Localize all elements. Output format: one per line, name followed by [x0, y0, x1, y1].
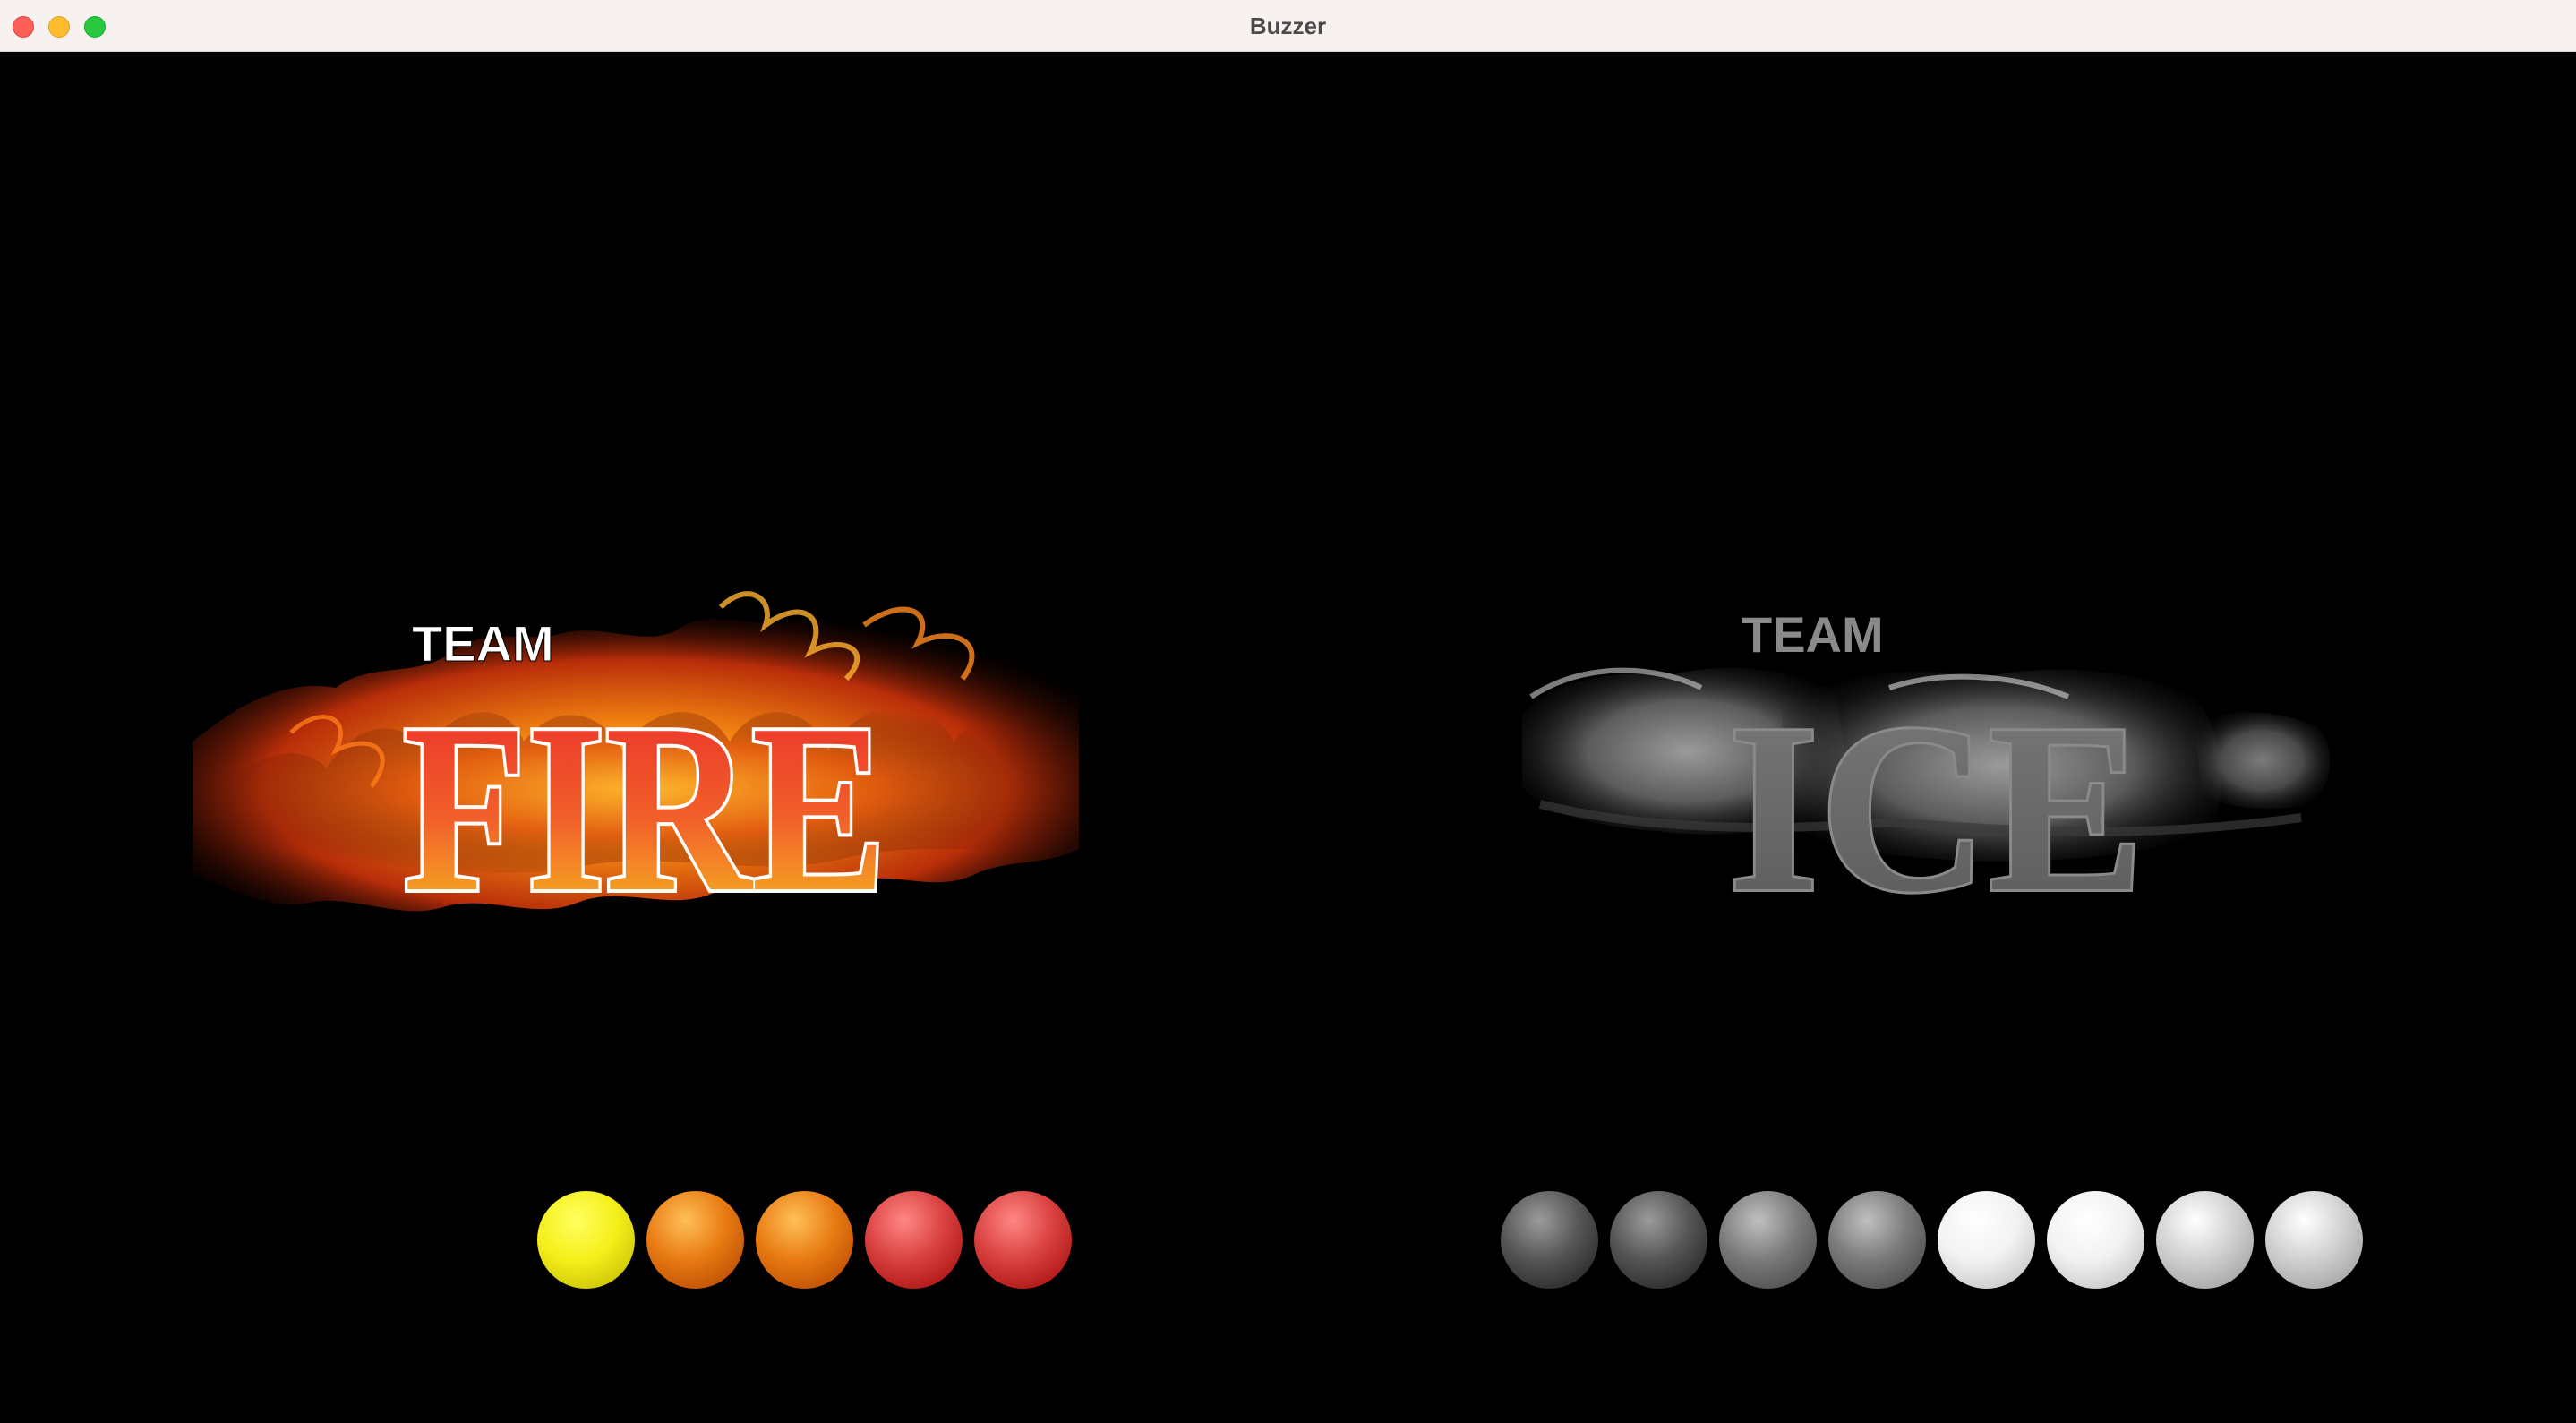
app-window: Buzzer TEAM FIRE TEAM ICE — [0, 0, 2576, 1423]
team-fire-logo: TEAM FIRE — [184, 571, 1088, 965]
team-fire-small-text: TEAM — [412, 615, 554, 672]
team-ice-light-2 — [1610, 1191, 1707, 1289]
team-fire-light-3 — [756, 1191, 853, 1289]
team-ice-logo: TEAM ICE — [1513, 571, 2364, 965]
team-fire-buzzer-lights — [537, 1191, 1072, 1290]
team-fire-light-2 — [646, 1191, 744, 1289]
team-ice-light-8 — [2265, 1191, 2363, 1289]
team-ice-light-4 — [1828, 1191, 1926, 1289]
team-fire-large-text: FIRE — [403, 674, 886, 942]
team-ice-buzzer-lights — [1501, 1191, 2363, 1290]
team-ice-light-7 — [2156, 1191, 2254, 1289]
team-fire-light-1 — [537, 1191, 635, 1289]
buzzer-display: TEAM FIRE TEAM ICE — [0, 52, 2576, 1423]
window-title: Buzzer — [1249, 13, 1327, 39]
team-ice-light-5 — [1938, 1191, 2035, 1289]
team-ice-large-text: ICE — [1728, 674, 2144, 942]
team-fire-light-5 — [974, 1191, 1072, 1289]
team-ice-light-6 — [2047, 1191, 2144, 1289]
title-bar[interactable]: Buzzer — [0, 0, 2576, 52]
team-ice-light-1 — [1501, 1191, 1598, 1289]
team-fire-light-4 — [865, 1191, 963, 1289]
team-ice-light-3 — [1719, 1191, 1817, 1289]
team-ice-small-text: TEAM — [1742, 606, 1884, 663]
